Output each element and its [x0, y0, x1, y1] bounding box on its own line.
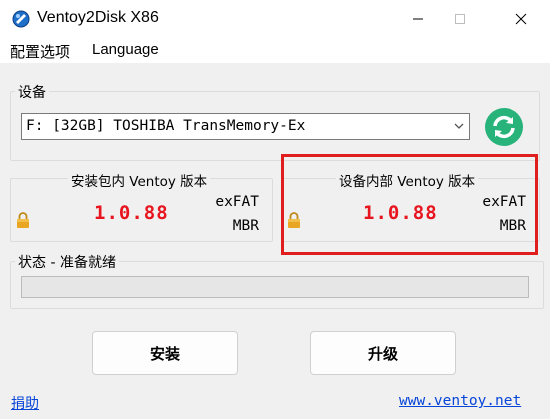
refresh-icon [485, 108, 523, 146]
ventoy-app-icon [12, 10, 30, 28]
menu-options[interactable]: 配置选项 [10, 41, 70, 62]
title-bar: Ventoy2Disk X86 [0, 0, 550, 38]
minimize-icon [413, 18, 423, 20]
maximize-icon [455, 14, 465, 24]
package-version-title: 安装包内 Ventoy 版本 [68, 170, 211, 190]
chevron-down-icon [454, 123, 464, 129]
close-icon [515, 13, 527, 25]
device-select[interactable]: F: [32GB] TOSHIBA TransMemory-Ex [21, 113, 470, 140]
refresh-button[interactable] [484, 107, 524, 147]
donate-link[interactable]: 捐助 [11, 393, 39, 413]
package-fs: exFAT [215, 194, 259, 210]
close-button[interactable] [498, 0, 544, 38]
window-title: Ventoy2Disk X86 [37, 9, 159, 26]
update-button[interactable]: 升级 [310, 331, 456, 375]
device-group-label: 设备 [15, 82, 49, 102]
website-link[interactable]: www.ventoy.net [399, 393, 521, 409]
lock-icon [17, 212, 29, 228]
menu-bar: 配置选项 Language [0, 38, 550, 63]
highlight-annotation [281, 154, 538, 255]
progress-bar [21, 276, 529, 298]
device-select-value: F: [32GB] TOSHIBA TransMemory-Ex [26, 118, 306, 134]
package-partition: MBR [232, 218, 259, 234]
maximize-button[interactable] [437, 0, 483, 38]
package-version-value: 1.0.88 [94, 202, 169, 224]
install-button[interactable]: 安装 [92, 331, 238, 375]
menu-language[interactable]: Language [92, 41, 159, 58]
status-label: 状态 - 准备就绪 [15, 252, 119, 272]
minimize-button[interactable] [395, 0, 441, 38]
